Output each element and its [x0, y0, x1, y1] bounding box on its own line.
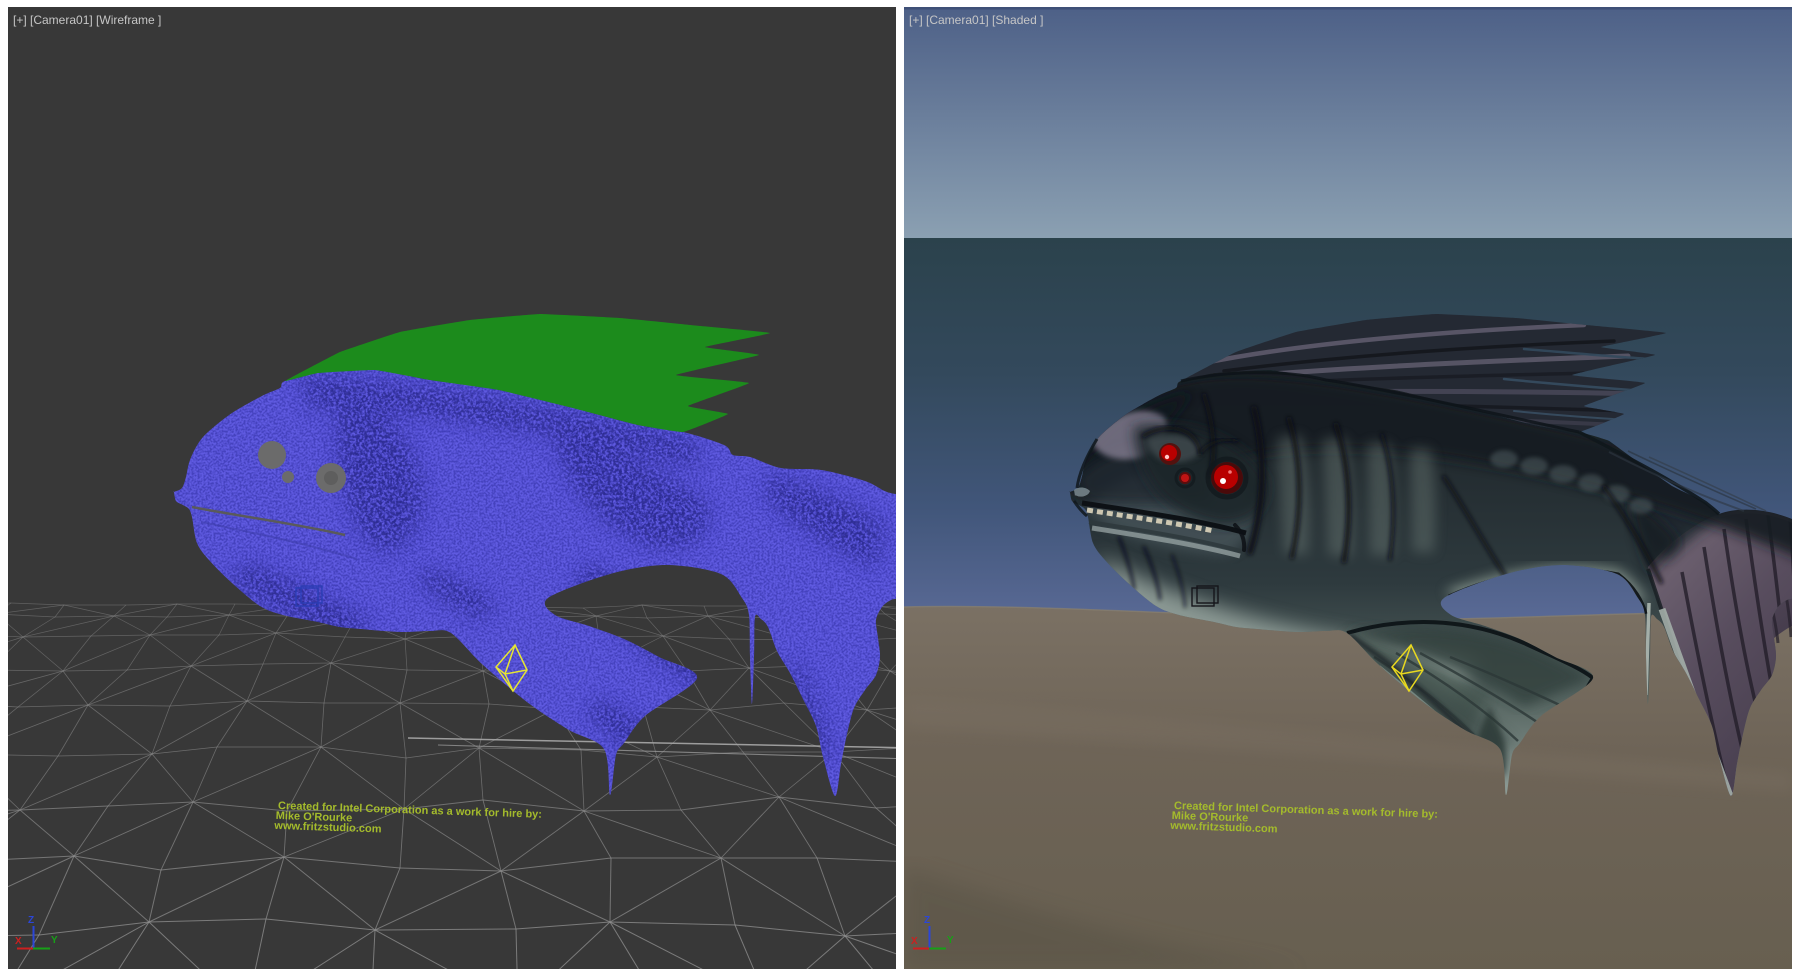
- svg-text:Y: Y: [51, 935, 58, 946]
- svg-text:X: X: [911, 936, 918, 947]
- svg-text:Z: Z: [924, 915, 930, 926]
- svg-text:Y: Y: [947, 935, 954, 946]
- svg-text:Z: Z: [28, 915, 34, 926]
- svg-text:[+] [Camera01] [Shaded ]: [+] [Camera01] [Shaded ]: [909, 13, 1043, 27]
- svg-text:X: X: [15, 936, 22, 947]
- svg-text:[+] [Camera01] [Wireframe ]: [+] [Camera01] [Wireframe ]: [13, 13, 161, 27]
